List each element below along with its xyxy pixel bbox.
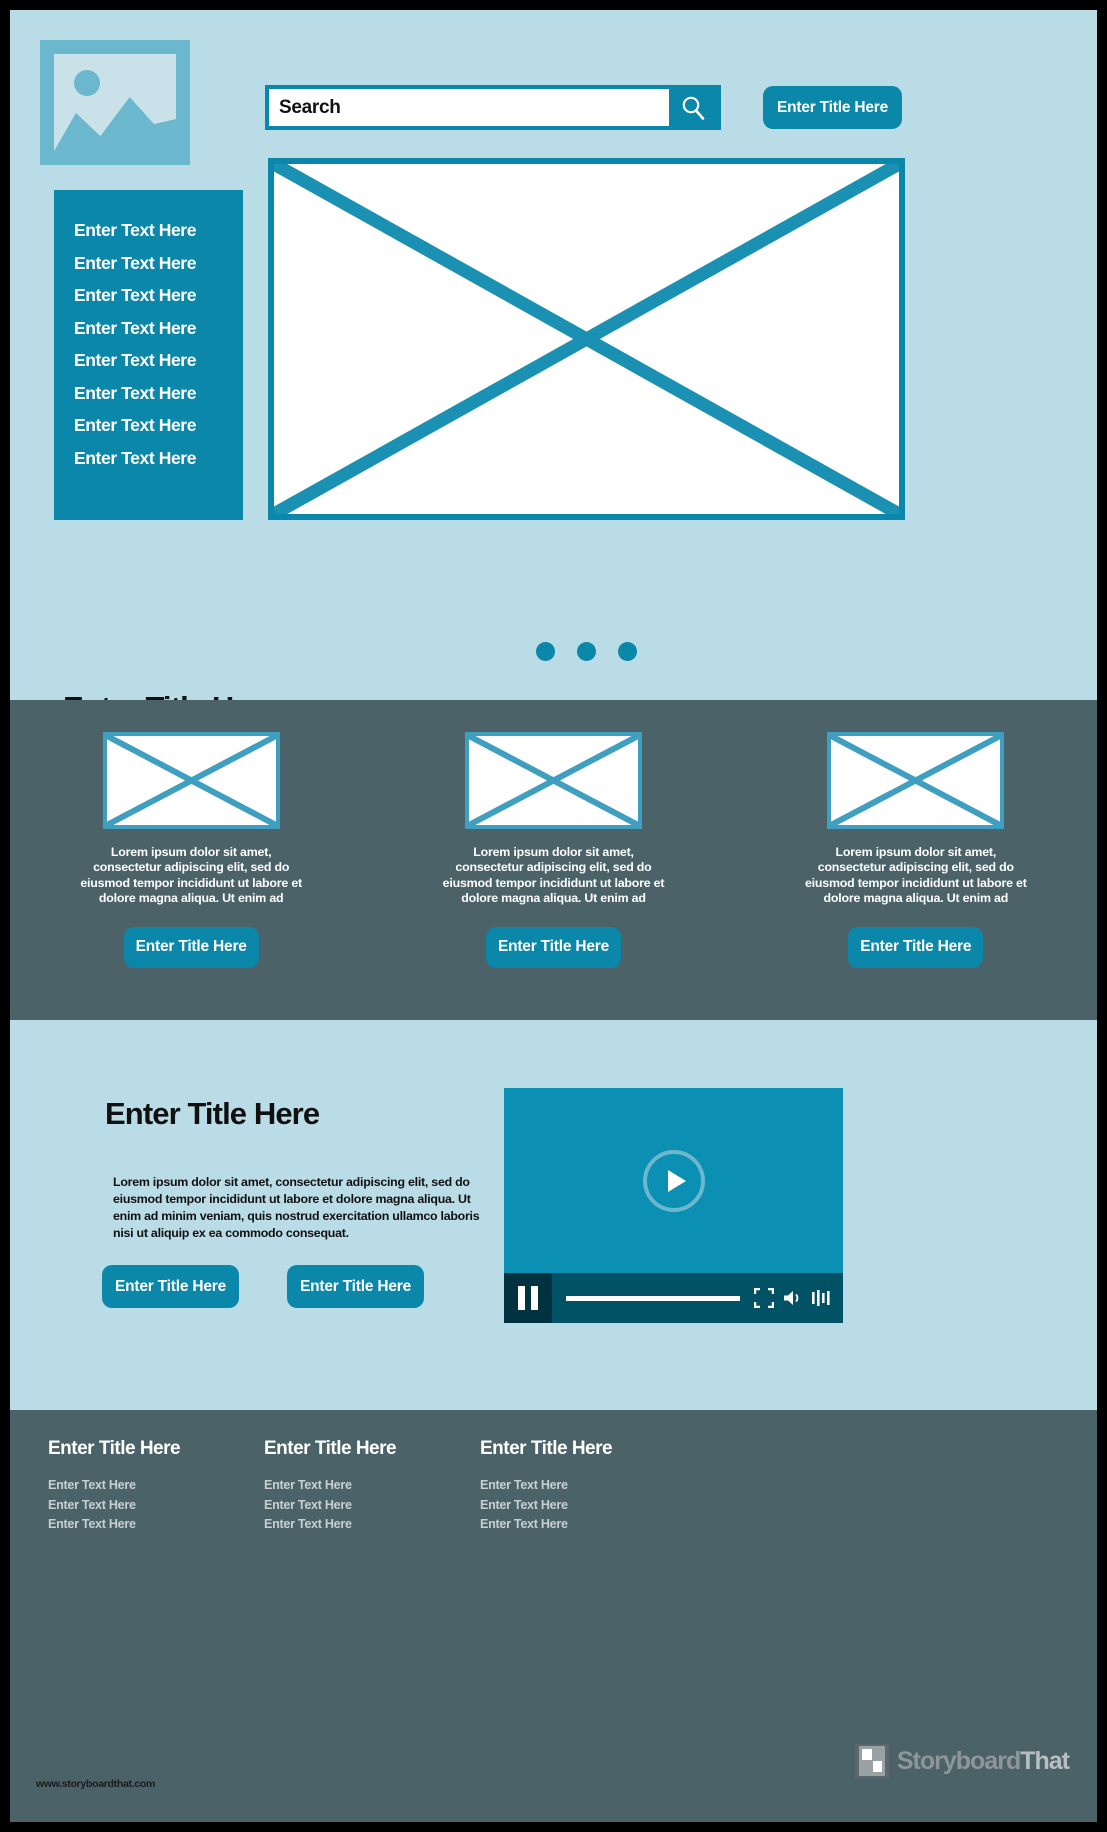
video-stage[interactable]: [504, 1088, 843, 1273]
footer-column-1: Enter Title Here Enter Text Here Enter T…: [48, 1438, 204, 1535]
footer-url[interactable]: www.storyboardthat.com: [36, 1778, 155, 1790]
search-input[interactable]: [269, 89, 669, 126]
feature-card-1: Lorem ipsum dolor sit amet, consectetur …: [46, 732, 336, 968]
hero-image-placeholder[interactable]: [268, 158, 905, 520]
footer-link-2-3[interactable]: Enter Text Here: [264, 1515, 420, 1535]
video-controls: [504, 1273, 843, 1323]
feature-image-placeholder-2[interactable]: [464, 732, 642, 829]
footer-link-3-3[interactable]: Enter Text Here: [480, 1515, 636, 1535]
logo[interactable]: [40, 40, 190, 165]
volume-icon[interactable]: [784, 1289, 801, 1307]
footer-link-2-1[interactable]: Enter Text Here: [264, 1476, 420, 1496]
feature-text-1: Lorem ipsum dolor sit amet, consectetur …: [80, 845, 302, 906]
watermark-text-secondary: That: [1020, 1746, 1070, 1775]
features-section: Lorem ipsum dolor sit amet, consectetur …: [10, 700, 1097, 1020]
sidebar-item-7[interactable]: Enter Text Here: [54, 409, 243, 442]
footer-link-1-2[interactable]: Enter Text Here: [48, 1496, 204, 1516]
image-placeholder-cross: [106, 736, 276, 825]
media-text-block: Enter Title Here Lorem ipsum dolor sit a…: [105, 1096, 495, 1242]
header-cta-button[interactable]: Enter Title Here: [763, 86, 902, 129]
carousel-dot-2[interactable]: [577, 642, 596, 661]
sidebar-item-2[interactable]: Enter Text Here: [54, 247, 243, 280]
fullscreen-icon[interactable]: [754, 1288, 774, 1308]
feature-image-placeholder-3[interactable]: [827, 732, 1005, 829]
video-progress-bar[interactable]: [566, 1295, 740, 1301]
feature-card-2: Lorem ipsum dolor sit amet, consectetur …: [408, 732, 698, 968]
storyboardthat-logo-icon: [854, 1744, 889, 1778]
footer-link-3-1[interactable]: Enter Text Here: [480, 1476, 636, 1496]
search-icon[interactable]: [669, 89, 717, 126]
feature-image-placeholder-1[interactable]: [102, 732, 280, 829]
features-row: Lorem ipsum dolor sit amet, consectetur …: [10, 732, 1097, 968]
image-placeholder-icon: [54, 54, 176, 151]
play-triangle: [667, 1169, 686, 1192]
media-primary-button[interactable]: Enter Title Here: [102, 1265, 239, 1308]
feature-button-2[interactable]: Enter Title Here: [485, 926, 621, 968]
footer-heading-1: Enter Title Here: [48, 1438, 181, 1459]
footer-section: Enter Title Here Enter Text Here Enter T…: [10, 1410, 1097, 1822]
feature-button-3[interactable]: Enter Title Here: [848, 926, 984, 968]
footer-column-3: Enter Title Here Enter Text Here Enter T…: [480, 1438, 636, 1535]
media-section: Enter Title Here Lorem ipsum dolor sit a…: [10, 1020, 1097, 1410]
pause-icon[interactable]: [504, 1273, 552, 1323]
sidebar-item-8[interactable]: Enter Text Here: [54, 442, 243, 475]
play-button-icon[interactable]: [642, 1149, 705, 1212]
video-player[interactable]: [504, 1088, 843, 1323]
sidebar-item-6[interactable]: Enter Text Here: [54, 377, 243, 410]
footer-heading-2: Enter Title Here: [264, 1438, 397, 1459]
sidebar-item-4[interactable]: Enter Text Here: [54, 312, 243, 345]
feature-button-1[interactable]: Enter Title Here: [123, 926, 259, 968]
carousel-dots: [268, 642, 905, 661]
wireframe-page: Enter Title Here Enter Text Here Enter T…: [10, 10, 1097, 1822]
storyboardthat-watermark: StoryboardThat: [854, 1744, 1070, 1778]
watermark-text-primary: Storyboard: [896, 1746, 1021, 1775]
media-title: Enter Title Here: [105, 1096, 320, 1131]
footer-link-2-2[interactable]: Enter Text Here: [264, 1496, 420, 1516]
sidebar-item-5[interactable]: Enter Text Here: [54, 344, 243, 377]
sidebar-item-3[interactable]: Enter Text Here: [54, 279, 243, 312]
footer-link-1-3[interactable]: Enter Text Here: [48, 1515, 204, 1535]
feature-card-3: Lorem ipsum dolor sit amet, consectetur …: [771, 732, 1061, 968]
footer-columns: Enter Title Here Enter Text Here Enter T…: [48, 1438, 1097, 1535]
sidebar-nav: Enter Text Here Enter Text Here Enter Te…: [54, 190, 243, 520]
watermark-text: StoryboardThat: [896, 1746, 1070, 1776]
image-placeholder-cross: [274, 164, 899, 514]
search-bar[interactable]: [265, 85, 721, 130]
feature-text-3: Lorem ipsum dolor sit amet, consectetur …: [804, 845, 1027, 906]
equalizer-icon[interactable]: [811, 1289, 831, 1307]
image-placeholder-cross: [831, 736, 1001, 825]
footer-link-1-1[interactable]: Enter Text Here: [48, 1476, 204, 1496]
sidebar-item-1[interactable]: Enter Text Here: [54, 214, 243, 247]
mountain-icon: [54, 96, 176, 151]
image-placeholder-cross: [468, 736, 638, 825]
media-paragraph: Lorem ipsum dolor sit amet, consectetur …: [113, 1175, 480, 1241]
feature-text-2: Lorem ipsum dolor sit amet, consectetur …: [442, 845, 665, 906]
footer-column-2: Enter Title Here Enter Text Here Enter T…: [264, 1438, 420, 1535]
carousel-dot-3[interactable]: [618, 642, 637, 661]
video-control-icons: [754, 1288, 843, 1308]
footer-link-3-2[interactable]: Enter Text Here: [480, 1496, 636, 1516]
media-buttons: Enter Title Here Enter Title Here: [102, 1265, 424, 1308]
header-section: Enter Title Here Enter Text Here Enter T…: [10, 10, 1097, 792]
carousel-dot-1[interactable]: [536, 642, 555, 661]
media-secondary-button[interactable]: Enter Title Here: [287, 1265, 424, 1308]
footer-heading-3: Enter Title Here: [480, 1438, 613, 1459]
